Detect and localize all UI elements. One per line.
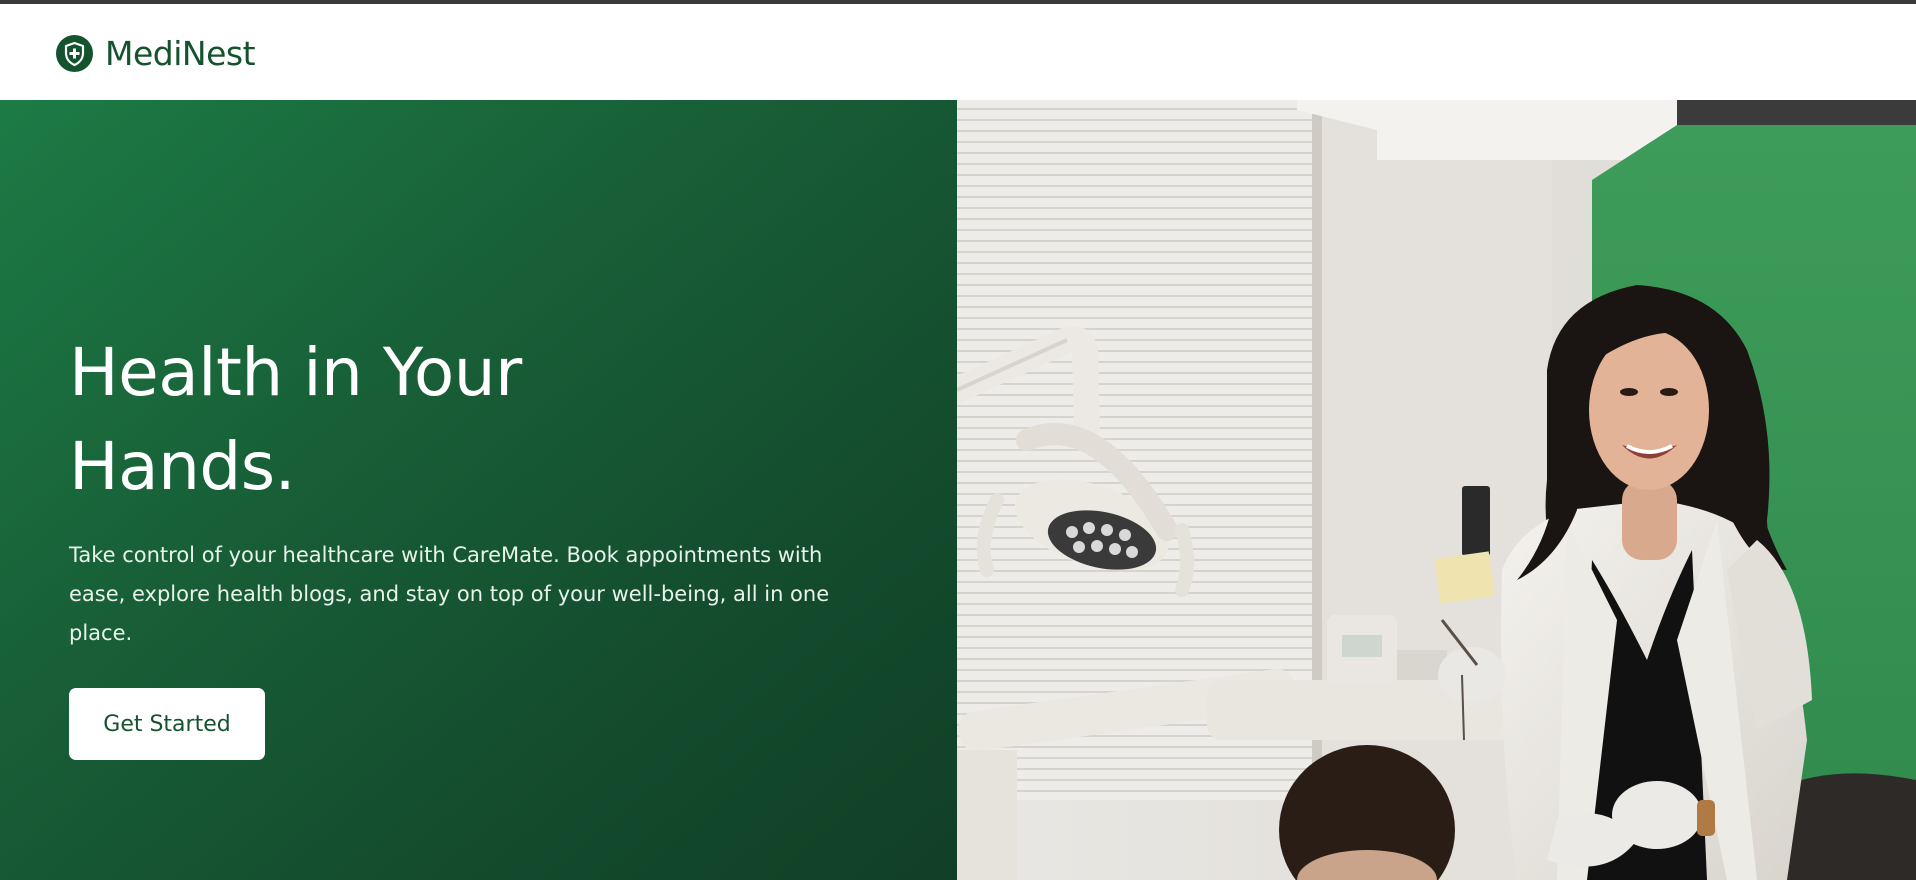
dentist-photo-illustration: [957, 100, 1916, 880]
hero-title-line: Health in Your: [69, 334, 522, 411]
hero-text-panel: Health in Your Hands. Take control of yo…: [0, 100, 957, 880]
shield-plus-icon: [56, 35, 93, 72]
hero-image: [957, 100, 1916, 880]
hero-subtitle-line: Take control of your healthcare with Car…: [69, 543, 823, 567]
hero-title-line: Hands.: [69, 428, 296, 505]
hero-subtitle-line: ease, explore health blogs, and stay on …: [69, 582, 830, 606]
hero-subtitle-line: place.: [69, 621, 133, 645]
brand-link[interactable]: MediNest: [56, 34, 256, 73]
hero-section: Health in Your Hands. Take control of yo…: [0, 100, 1916, 880]
hero-subtitle: Take control of your healthcare with Car…: [69, 536, 869, 653]
get-started-button[interactable]: Get Started: [69, 688, 265, 760]
brand-name: MediNest: [105, 34, 256, 73]
navbar: MediNest: [0, 4, 1916, 100]
hero-title: Health in Your Hands.: [69, 326, 522, 514]
